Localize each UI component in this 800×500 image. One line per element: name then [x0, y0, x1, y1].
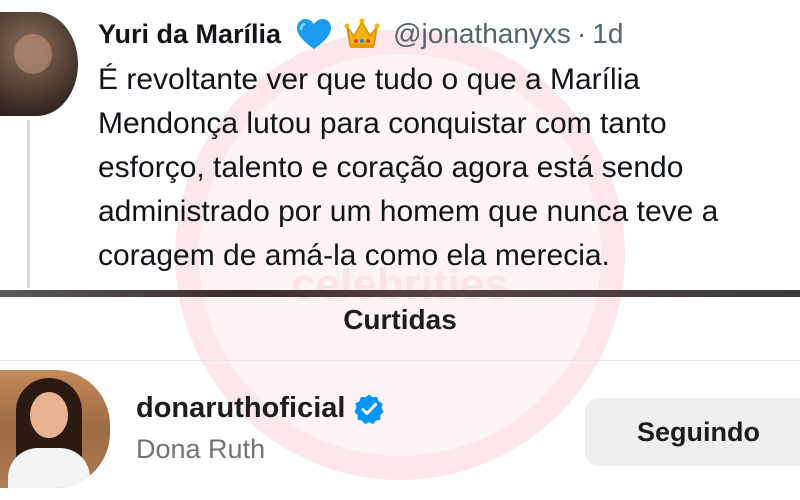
tweet: Yuri da Marília @jonathanyxs · 1d É revo…	[0, 0, 800, 290]
tweet-author-name[interactable]: Yuri da Marília	[98, 19, 281, 50]
dot-separator: ·	[576, 18, 587, 49]
tweet-text-line: coragem de amá-la como ela merecia.	[98, 239, 610, 272]
section-divider	[0, 290, 800, 297]
avatar-face	[30, 392, 68, 438]
username-row: donaruthoficial	[136, 392, 385, 425]
header-divider	[0, 360, 800, 361]
tweet-text-line: administrado por um homem que nunca teve…	[98, 195, 719, 228]
user-avatar[interactable]	[0, 370, 110, 488]
likes-title: Curtidas	[343, 304, 457, 335]
display-name: Dona Ruth	[136, 434, 266, 464]
verified-badge-icon	[353, 393, 385, 425]
tweet-text: É revoltante ver que tudo o que a Maríli…	[98, 58, 800, 278]
tweet-header: Yuri da Marília @jonathanyxs · 1d	[98, 14, 623, 54]
avatar-shirt	[8, 448, 90, 488]
thread-line	[27, 120, 30, 288]
tweet-timestamp[interactable]: 1d	[592, 18, 623, 50]
username[interactable]: donaruthoficial	[136, 392, 345, 425]
crown-icon	[343, 17, 381, 51]
tweet-text-line: Mendonça lutou para conquistar com tanto	[98, 107, 667, 140]
blue-heart-icon	[295, 17, 333, 51]
tweet-text-line: É revoltante ver que tudo o que a Maríli…	[98, 63, 640, 96]
tweet-text-line: esforço, talento e coração agora está se…	[98, 151, 684, 184]
tweet-author-handle[interactable]: @jonathanyxs	[393, 18, 571, 50]
following-button[interactable]: Seguindo	[585, 398, 800, 466]
tweet-author-avatar[interactable]	[0, 12, 78, 116]
